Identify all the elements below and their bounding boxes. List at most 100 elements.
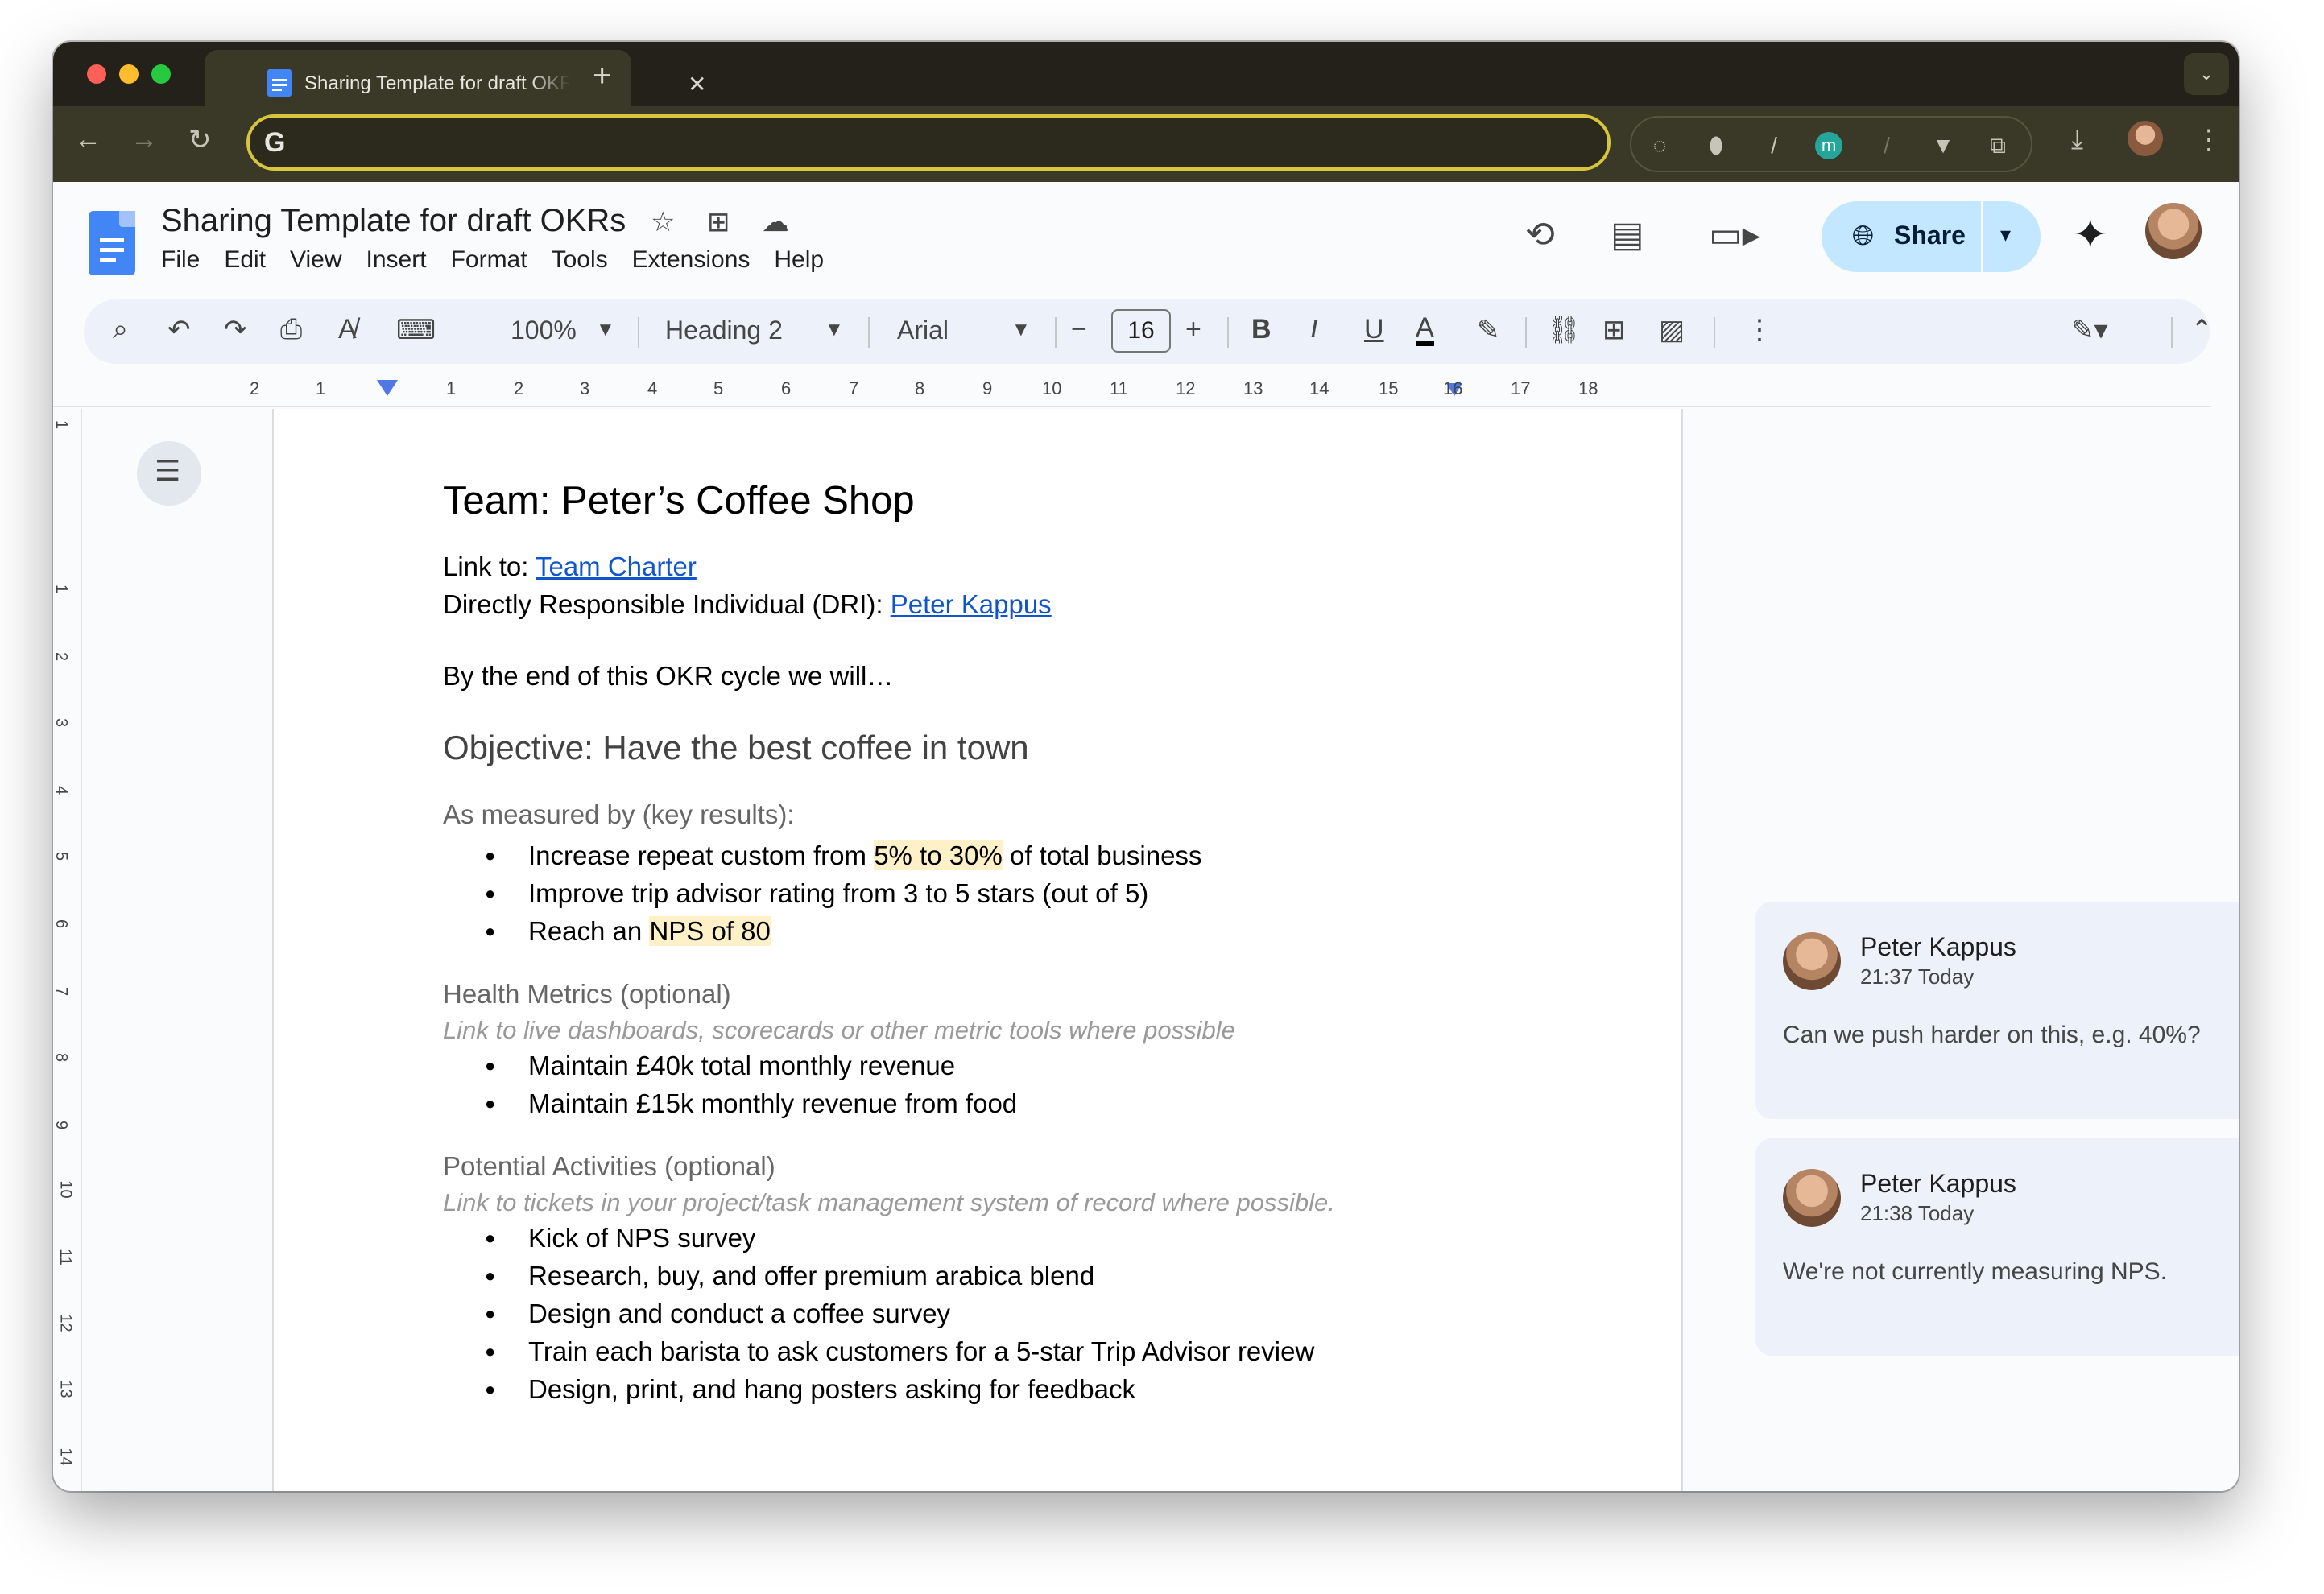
more-options-icon[interactable]: ⋮ bbox=[1746, 314, 1773, 346]
extension-6-icon[interactable]: ▼ bbox=[1929, 132, 1957, 159]
avatar bbox=[1783, 932, 1841, 990]
paint-format-icon[interactable]: ⌨ bbox=[396, 314, 436, 346]
comments-icon[interactable]: ▤ bbox=[1611, 214, 1644, 255]
gemini-sparkle-icon[interactable]: ✦ bbox=[2073, 211, 2108, 259]
paragraph-style-select[interactable]: Heading 2 bbox=[665, 316, 783, 345]
style-dropdown-icon[interactable]: ▼ bbox=[825, 319, 844, 341]
account-avatar[interactable] bbox=[2145, 203, 2202, 259]
activities-heading: Potential Activities (optional) bbox=[443, 1151, 775, 1181]
menu-view[interactable]: View bbox=[290, 246, 341, 274]
ruler-number: 5 bbox=[713, 378, 724, 398]
increase-font-size-icon[interactable]: + bbox=[1185, 314, 1201, 345]
address-bar[interactable]: G bbox=[246, 114, 1611, 171]
ruler-number: 7 bbox=[849, 378, 859, 398]
address-input[interactable] bbox=[306, 124, 1578, 161]
editing-mode-icon[interactable]: ✎▾ bbox=[2071, 314, 2108, 346]
close-window-button[interactable] bbox=[87, 64, 106, 84]
vertical-ruler[interactable]: 1 1 2 3 4 5 6 7 8 9 10 11 12 13 14 bbox=[53, 409, 82, 1491]
redo-icon[interactable]: ↷ bbox=[224, 314, 247, 346]
comment-author: Peter Kappus bbox=[1860, 1169, 2016, 1198]
ruler-number: 13 bbox=[1243, 378, 1263, 398]
meet-video-icon[interactable]: ▭▸ bbox=[1709, 214, 1760, 255]
star-icon[interactable]: ☆ bbox=[651, 206, 675, 238]
editing-toolbar: ⌕ ↶ ↷ ⎙ A̸ ⌨ 100% ▼ Heading 2 ▼ Arial ▼ … bbox=[84, 299, 2214, 364]
globe-icon: 🌐︎ bbox=[1852, 221, 1875, 251]
list-item: Reach an NPS of 80 bbox=[443, 912, 1651, 950]
browser-menu-icon[interactable]: ⋮ bbox=[2195, 124, 2223, 156]
document-page[interactable]: Team: Peter’s Coffee Shop Link to: Team … bbox=[272, 409, 1683, 1491]
font-select[interactable]: Arial bbox=[897, 316, 949, 345]
decrease-font-size-icon[interactable]: − bbox=[1071, 314, 1087, 345]
zoom-dropdown-icon[interactable]: ▼ bbox=[596, 319, 615, 341]
ruler-number: 12 bbox=[1176, 378, 1196, 398]
browser-tab[interactable]: Sharing Template for draft OKRs ✕ bbox=[205, 50, 706, 106]
forward-icon[interactable]: → bbox=[130, 124, 158, 155]
zoom-window-button[interactable] bbox=[151, 64, 171, 84]
extension-4-icon[interactable]: m bbox=[1815, 132, 1842, 159]
cloud-status-icon[interactable]: ☁ bbox=[762, 206, 789, 238]
menu-tools[interactable]: Tools bbox=[552, 246, 608, 274]
tab-search-button[interactable]: ⌄ bbox=[2184, 53, 2229, 95]
comment-card[interactable]: Peter Kappus 21:37 Today Can we push har… bbox=[1755, 902, 2239, 1119]
new-tab-button[interactable]: + bbox=[593, 58, 611, 94]
highlight-color-icon[interactable]: ✎ bbox=[1477, 314, 1500, 346]
move-folder-icon[interactable]: ⊞ bbox=[707, 206, 730, 238]
ruler-number: 13 bbox=[56, 1380, 75, 1398]
menu-help[interactable]: Help bbox=[774, 246, 824, 274]
menu-extensions[interactable]: Extensions bbox=[632, 246, 751, 274]
menu-insert[interactable]: Insert bbox=[366, 246, 427, 274]
extensions-puzzle-icon[interactable]: ⧉ bbox=[1984, 132, 2012, 159]
commented-highlight[interactable]: NPS of 80 bbox=[649, 916, 771, 946]
spellcheck-icon[interactable]: A̸ bbox=[338, 314, 357, 345]
undo-icon[interactable]: ↶ bbox=[167, 314, 191, 346]
menu-edit[interactable]: Edit bbox=[224, 246, 266, 274]
text-color-icon[interactable]: A bbox=[1416, 314, 1434, 346]
docs-logo-icon[interactable] bbox=[89, 211, 135, 275]
extension-1-icon[interactable]: ◌ bbox=[1646, 132, 1673, 159]
menu-file[interactable]: File bbox=[161, 246, 200, 274]
horizontal-ruler[interactable]: 2 1 1 2 3 4 5 6 7 8 9 10 11 12 13 14 15 … bbox=[53, 370, 2211, 407]
italic-icon[interactable]: I bbox=[1309, 314, 1318, 345]
extension-5-icon[interactable]: / bbox=[1873, 132, 1900, 159]
version-history-icon[interactable]: ⟲ bbox=[1525, 214, 1555, 255]
back-icon[interactable]: ← bbox=[74, 124, 101, 155]
share-button[interactable]: 🌐︎ Share ▾ bbox=[1822, 201, 2041, 272]
commented-highlight[interactable]: 5% to 30% bbox=[874, 840, 1003, 870]
extension-3-icon[interactable]: / bbox=[1760, 132, 1788, 159]
tab-close-icon[interactable]: ✕ bbox=[688, 71, 706, 97]
key-results-list: Increase repeat custom from 5% to 30% of… bbox=[443, 836, 1651, 950]
bold-icon[interactable]: B bbox=[1251, 314, 1272, 345]
minimize-window-button[interactable] bbox=[119, 64, 139, 84]
search-menus-icon[interactable]: ⌕ bbox=[113, 314, 128, 345]
add-comment-icon[interactable]: ⊞ bbox=[1602, 314, 1626, 346]
ruler-number: 11 bbox=[56, 1249, 74, 1266]
comment-time: 21:38 Today bbox=[1860, 1201, 1975, 1225]
browser-profile-avatar[interactable] bbox=[2128, 121, 2163, 156]
document-title[interactable]: Sharing Template for draft OKRs bbox=[161, 203, 626, 239]
download-icon[interactable]: ⤓ bbox=[2071, 124, 2083, 155]
insert-image-icon[interactable]: ▨ bbox=[1659, 314, 1685, 346]
list-item: Improve trip advisor rating from 3 to 5 … bbox=[443, 874, 1651, 912]
left-indent-marker[interactable] bbox=[377, 380, 398, 396]
document-body[interactable]: Team: Peter’s Coffee Shop Link to: Team … bbox=[443, 478, 1651, 1408]
activities-hint: Link to tickets in your project/task man… bbox=[443, 1188, 1335, 1216]
font-dropdown-icon[interactable]: ▼ bbox=[1011, 319, 1031, 341]
insert-link-icon[interactable]: ⛓ bbox=[1546, 314, 1581, 346]
comment-card[interactable]: Peter Kappus 21:38 Today We're not curre… bbox=[1755, 1138, 2239, 1356]
underline-icon[interactable]: U bbox=[1364, 314, 1384, 345]
objective-heading: Objective: Have the best coffee in town bbox=[443, 729, 1029, 766]
extension-2-icon[interactable]: ⬮ bbox=[1702, 132, 1730, 159]
hide-menus-icon[interactable]: ⌃ bbox=[2190, 314, 2214, 346]
print-icon[interactable]: ⎙ bbox=[280, 314, 302, 345]
document-outline-button[interactable]: ☰ bbox=[137, 441, 201, 506]
dri-link[interactable]: Peter Kappus bbox=[891, 589, 1052, 619]
reload-icon[interactable]: ↻ bbox=[188, 124, 212, 156]
menu-format[interactable]: Format bbox=[451, 246, 527, 274]
team-charter-link[interactable]: Team Charter bbox=[536, 551, 697, 581]
font-size-input[interactable]: 16 bbox=[1111, 309, 1171, 353]
outline-list-icon: ☰ bbox=[155, 454, 181, 487]
share-dropdown-icon[interactable]: ▾ bbox=[2000, 222, 2011, 247]
zoom-select[interactable]: 100% bbox=[511, 316, 577, 345]
share-label: Share bbox=[1894, 221, 1966, 250]
list-item: Design and conduct a coffee survey bbox=[443, 1295, 1651, 1332]
